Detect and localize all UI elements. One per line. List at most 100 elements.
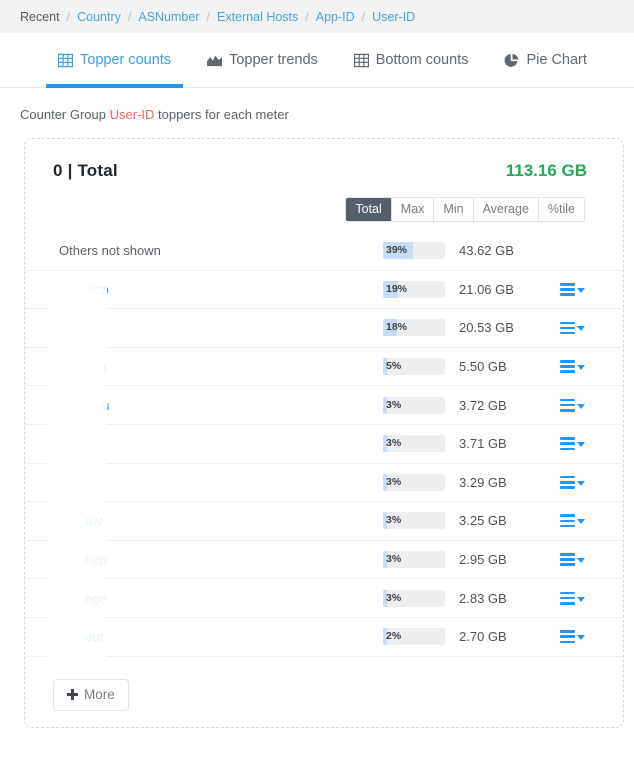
stat-button--tile[interactable]: %tile	[538, 198, 584, 221]
percent-bar: 18%	[383, 319, 445, 337]
breadcrumb-separator: /	[127, 9, 132, 24]
tab-pie-chart[interactable]: Pie Chart	[486, 33, 604, 87]
breadcrumb-item-external-hosts[interactable]: External Hosts	[217, 10, 298, 24]
row-label-link[interactable]: ada	[53, 359, 383, 374]
caret-down-icon	[577, 287, 585, 293]
caret-down-icon	[577, 635, 585, 641]
percent-bar: 3%	[383, 435, 445, 453]
row-menu-button[interactable]	[551, 282, 585, 296]
tab-topper-counts[interactable]: Topper counts	[40, 33, 189, 88]
topper-row: vc. 18% 20.53 GB	[25, 309, 623, 348]
percent-bar: 3%	[383, 396, 445, 414]
tab-bar: Topper counts Topper trends Bottom counts P…	[0, 33, 634, 88]
row-label-link[interactable]: glau	[53, 398, 383, 413]
more-button-label: More	[84, 686, 115, 702]
hamburger-icon	[560, 514, 575, 528]
breadcrumb-separator: /	[66, 9, 71, 24]
row-label-link[interactable]: our	[53, 629, 383, 644]
caret-down-icon	[577, 480, 585, 486]
tab-label: Pie Chart	[526, 52, 587, 68]
card-header: 0 | Total 113.16 GB	[25, 139, 623, 181]
percent-bar: 3%	[383, 551, 445, 569]
caret-down-icon	[577, 558, 585, 564]
breadcrumb-item-asnumber[interactable]: ASNumber	[138, 10, 199, 24]
percent-bar: 19%	[383, 280, 445, 298]
row-menu-button[interactable]	[551, 321, 585, 335]
percent-label: 18%	[386, 321, 408, 334]
row-label-link[interactable]: woo	[53, 282, 383, 297]
row-value: 3.29 GB	[459, 474, 507, 490]
hamburger-icon	[560, 553, 575, 567]
topper-row: glau 3% 3.72 GB	[25, 386, 623, 425]
percent-label: 3%	[386, 398, 402, 411]
row-value: 3.72 GB	[459, 397, 507, 413]
percent-label: 19%	[386, 282, 408, 295]
tab-label: Topper counts	[80, 52, 172, 68]
card-right-edge	[623, 155, 624, 713]
subtitle-highlight: User-ID	[109, 107, 155, 122]
row-label-others: Others not shown	[59, 243, 161, 259]
row-label-link[interactable]: bal	[53, 436, 383, 451]
caret-down-icon	[577, 519, 585, 525]
row-menu-button[interactable]	[551, 514, 585, 528]
breadcrumb: Recent / Country / ASNumber / External Hosts / A…	[0, 0, 634, 33]
tab-label: Topper trends	[229, 52, 318, 68]
topper-row: our 2% 2.70 GB	[25, 618, 623, 657]
row-label-link[interactable]: a\v-	[53, 513, 383, 528]
row-menu-button[interactable]	[551, 591, 585, 605]
percent-bar: 3%	[383, 589, 445, 607]
more-button[interactable]: More	[53, 678, 129, 711]
percent-label: 3%	[386, 591, 402, 604]
percent-bar: 5%	[383, 358, 445, 376]
topper-row: hep 3% 2.95 GB	[25, 541, 623, 580]
breadcrumb-separator: /	[305, 9, 309, 24]
stat-toggle-row: Total Max Min Average %tile	[25, 181, 623, 222]
percent-label: 39%	[386, 244, 408, 257]
caret-down-icon	[577, 365, 585, 371]
tab-bottom-counts[interactable]: Bottom counts	[336, 33, 487, 87]
percent-bar: 39%	[383, 242, 445, 260]
counter-group-card: 0 | Total 113.16 GB Total Max Min Average %t…	[24, 138, 624, 728]
more-row: More	[25, 657, 623, 711]
row-label-link[interactable]: cot	[53, 475, 383, 490]
row-menu-button[interactable]	[551, 398, 585, 412]
hamburger-icon	[560, 360, 575, 374]
stat-button-max[interactable]: Max	[391, 198, 435, 221]
row-menu-button[interactable]	[551, 475, 585, 489]
subtitle-prefix: Counter Group	[20, 107, 110, 122]
row-value: 3.25 GB	[459, 513, 507, 529]
row-label-link[interactable]: hep	[53, 552, 383, 567]
breadcrumb-item-app-id[interactable]: App-ID	[316, 10, 355, 24]
area-chart-icon	[207, 53, 223, 68]
percent-bar: 3%	[383, 473, 445, 491]
topper-row: Others not shown 39% 43.62 GB	[25, 232, 623, 271]
stat-button-min[interactable]: Min	[434, 198, 474, 221]
topper-row: woo 19% 21.06 GB	[25, 271, 623, 310]
stat-button-average[interactable]: Average	[473, 198, 539, 221]
tab-topper-trends[interactable]: Topper trends	[189, 33, 336, 87]
topper-row: ege 3% 2.83 GB	[25, 579, 623, 618]
row-menu-button[interactable]	[551, 437, 585, 451]
hamburger-icon	[560, 398, 575, 412]
breadcrumb-item-country[interactable]: Country	[77, 10, 121, 24]
subtitle-suffix: toppers for each meter	[154, 107, 289, 122]
hamburger-icon	[560, 282, 575, 296]
row-menu-button[interactable]	[551, 360, 585, 374]
hamburger-icon	[560, 630, 575, 644]
stat-toggle-group[interactable]: Total Max Min Average %tile	[345, 197, 585, 222]
stat-button-total[interactable]: Total	[346, 198, 392, 221]
percent-bar: 2%	[383, 628, 445, 646]
row-label-link[interactable]: vc.	[53, 320, 383, 335]
caret-down-icon	[577, 403, 585, 409]
row-label-link[interactable]: ege	[53, 591, 383, 606]
card-title: 0 | Total	[53, 161, 118, 180]
topper-row: ada 5% 5.50 GB	[25, 348, 623, 387]
breadcrumb-separator: /	[361, 9, 366, 24]
row-menu-button[interactable]	[551, 553, 585, 567]
row-value: 2.83 GB	[459, 590, 507, 606]
row-menu-button[interactable]	[551, 630, 585, 644]
caret-down-icon	[577, 596, 585, 602]
percent-label: 3%	[386, 475, 402, 488]
percent-label: 3%	[386, 437, 402, 450]
breadcrumb-item-user-id[interactable]: User-ID	[372, 10, 415, 24]
